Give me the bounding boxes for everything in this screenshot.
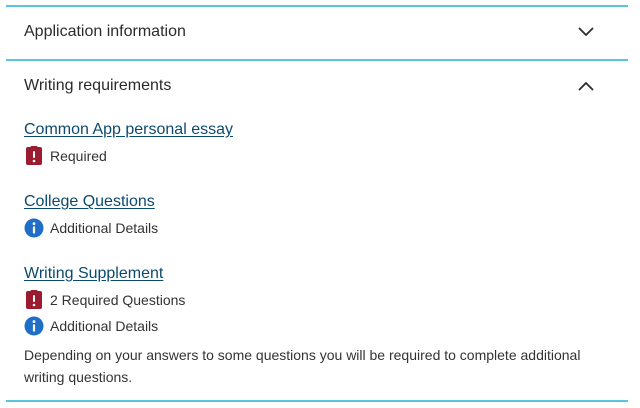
badge-text: Required (50, 148, 107, 164)
required-alert-icon (24, 146, 44, 166)
college-questions-link[interactable]: College Questions (24, 190, 155, 214)
writing-item-common-app-essay: Common App personal essay Required (24, 118, 614, 168)
badge-text: Additional Details (50, 220, 159, 236)
writing-supplement-note: Depending on your answers to some questi… (24, 347, 581, 385)
badge-text: Additional Details (50, 318, 159, 334)
badge-text: 2 Required Questions (50, 292, 186, 308)
chevron-down-icon[interactable] (574, 20, 598, 44)
required-badge: Required (24, 144, 614, 168)
section-title-writing-requirements: Writing requirements (24, 77, 172, 94)
requirements-panel: Application information Writing requirem… (6, 0, 634, 408)
info-circle-icon (24, 218, 44, 238)
info-badge: Additional Details (24, 314, 614, 338)
section-title-application-information: Application information (24, 23, 186, 40)
writing-item-writing-supplement: Writing Supplement 2 Required Questions (24, 262, 614, 388)
application-information-header[interactable]: Application information (6, 7, 628, 57)
info-badge: Additional Details (24, 216, 614, 240)
divider (6, 400, 628, 402)
chevron-up-icon[interactable] (574, 74, 598, 98)
required-badge: 2 Required Questions (24, 288, 614, 312)
writing-requirements-content: Common App personal essay Required Colle… (24, 118, 614, 388)
writing-item-college-questions: College Questions Additional Details (24, 190, 614, 240)
required-alert-icon (24, 290, 44, 310)
common-app-essay-link[interactable]: Common App personal essay (24, 118, 233, 142)
writing-requirements-header[interactable]: Writing requirements (6, 61, 628, 111)
info-circle-icon (24, 316, 44, 336)
writing-supplement-link[interactable]: Writing Supplement (24, 262, 163, 286)
